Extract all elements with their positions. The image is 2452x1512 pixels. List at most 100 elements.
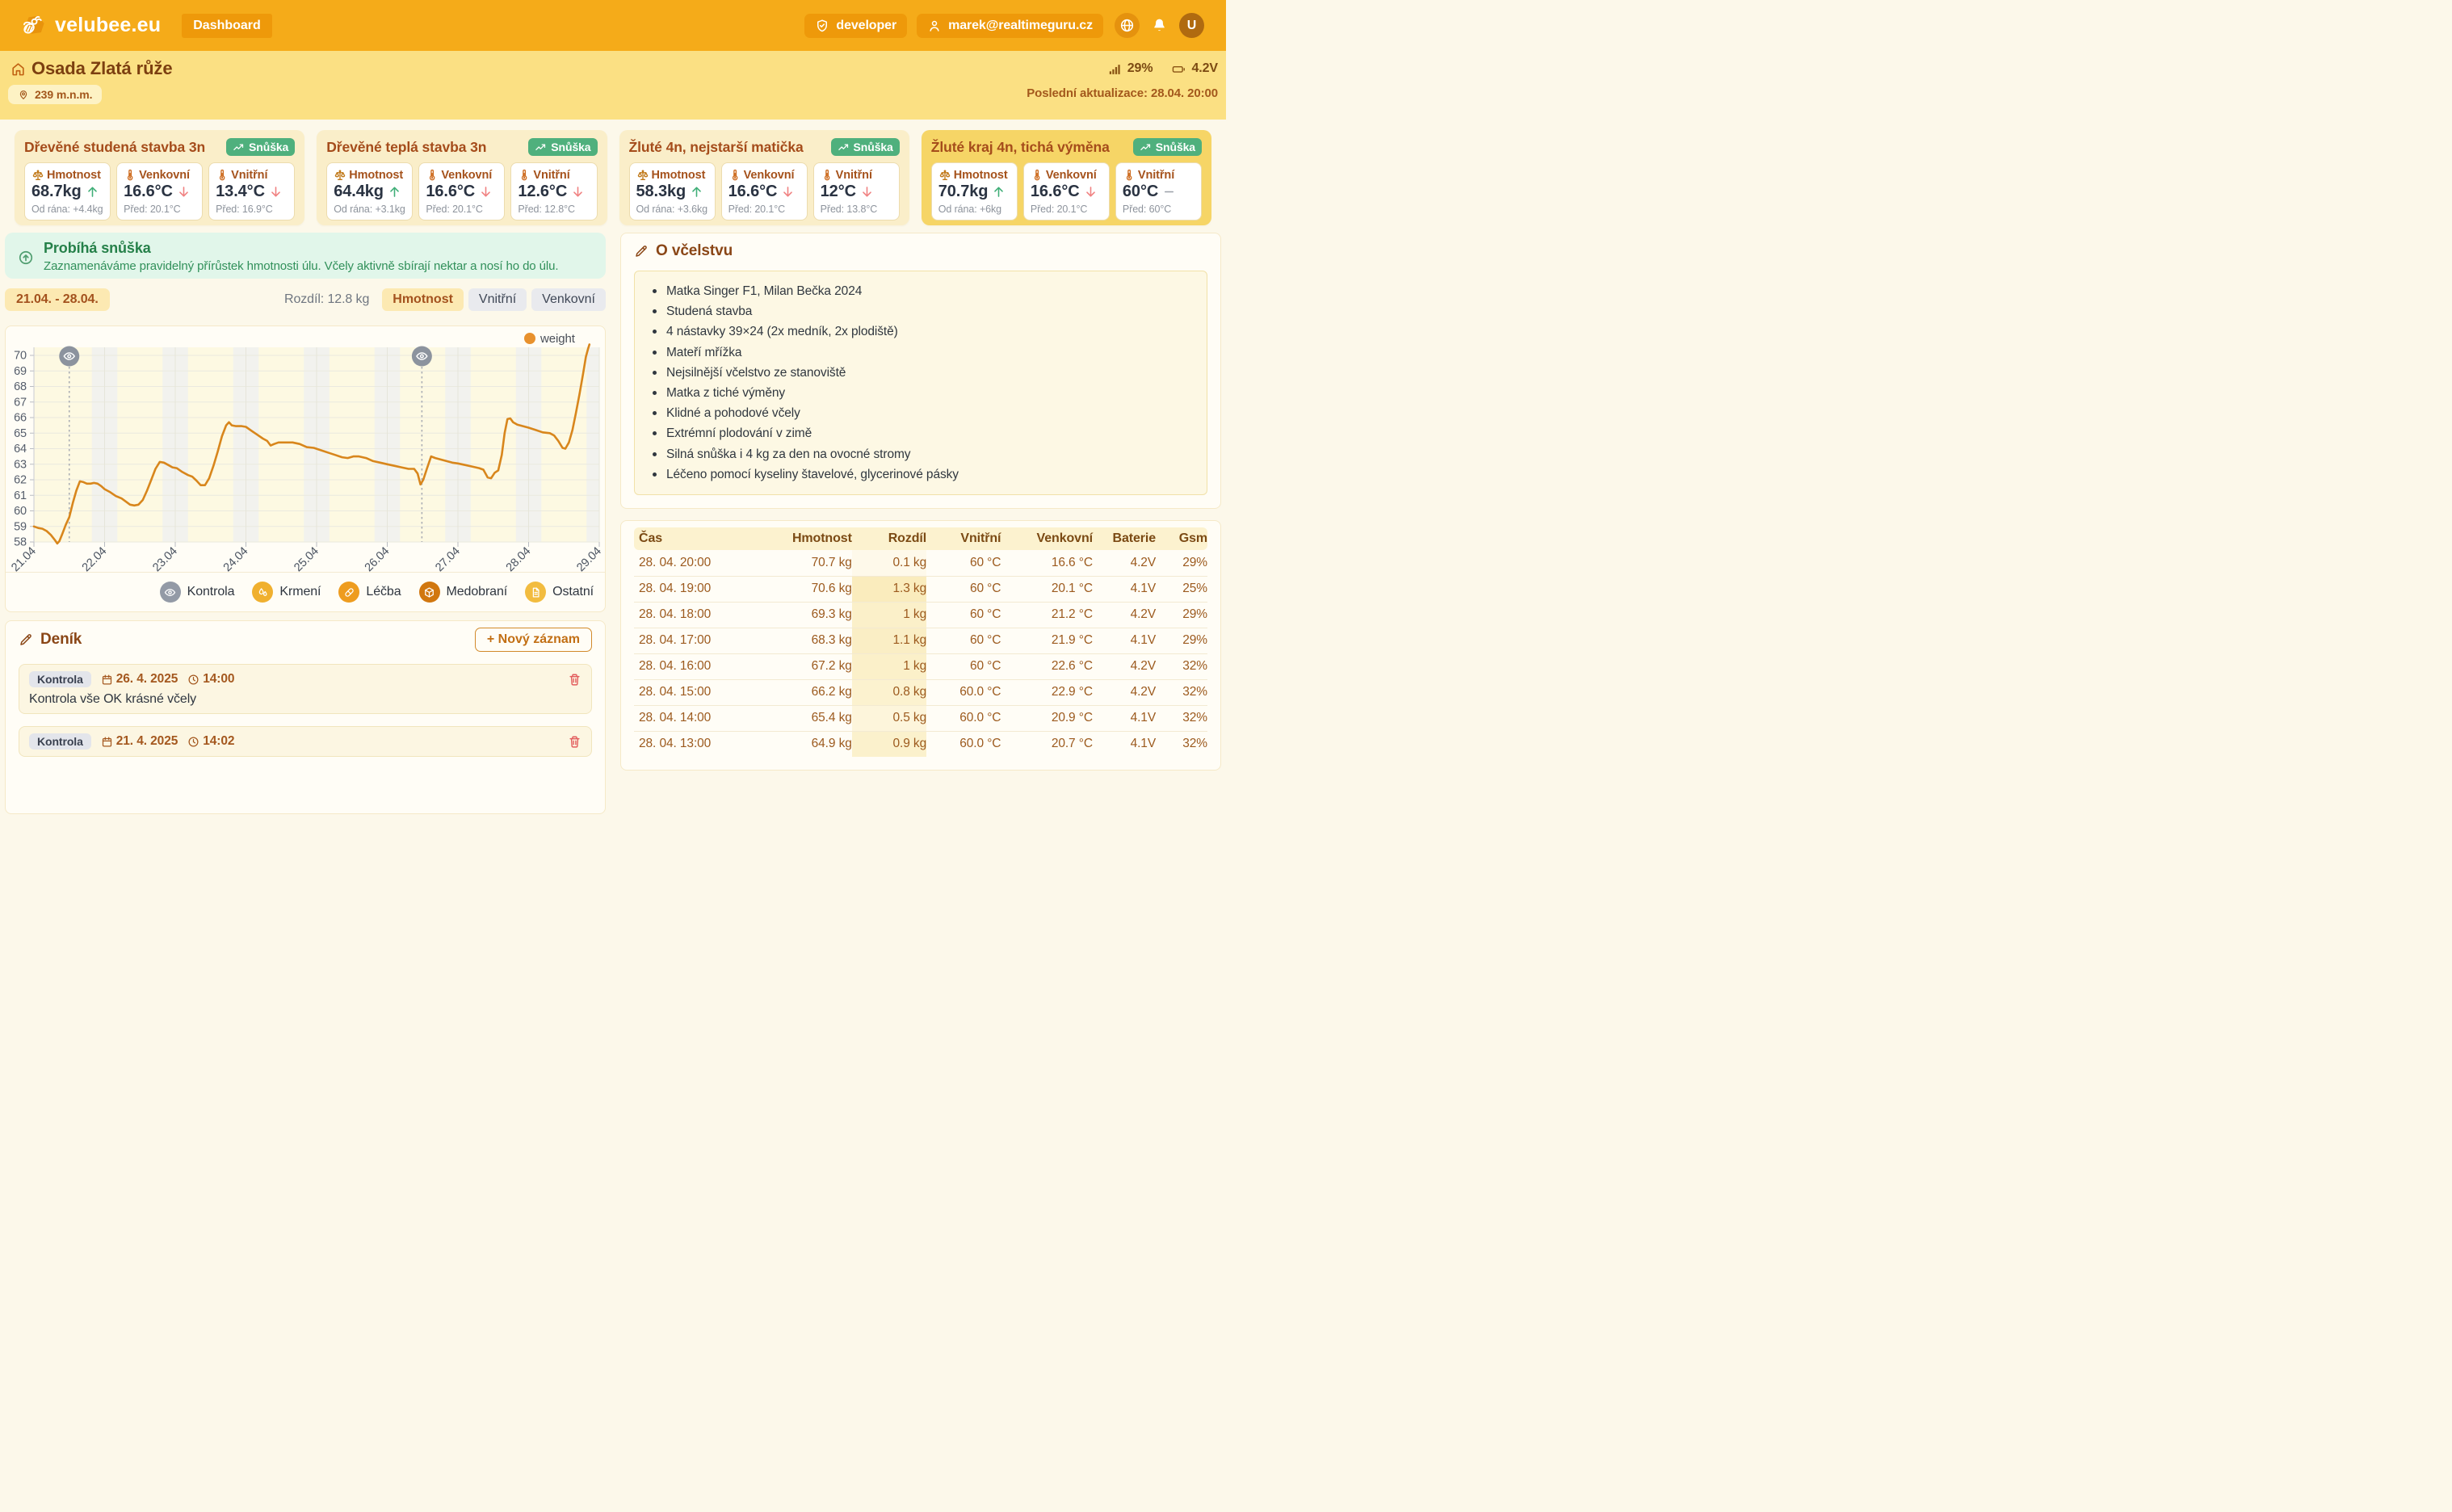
table-cell: 29%: [1156, 550, 1207, 576]
journal-card: Deník + Nový záznam Kontrola26. 4. 20251…: [5, 620, 606, 814]
about-item: Léčeno pomocí kyseliny štavelové, glycer…: [646, 464, 1195, 485]
metric-sub: Od rána: +3.6kg: [636, 204, 709, 215]
trend-down-icon: [268, 184, 283, 200]
hive-title: Dřevěné studená stavba 3n: [24, 139, 205, 156]
snuska-badge-label: Snůška: [551, 141, 590, 153]
svg-text:weight: weight: [540, 332, 576, 346]
event-legend: Kontrola Krmení Léčba Medobraní Ostatní: [6, 572, 605, 611]
tab-hmotnost[interactable]: Hmotnost: [382, 288, 464, 311]
table-cell: 25%: [1156, 576, 1207, 602]
brand-name[interactable]: velubee.eu: [55, 14, 161, 37]
svg-text:28.04: 28.04: [504, 544, 534, 572]
metric-value: 12°C: [821, 183, 856, 201]
avatar[interactable]: U: [1179, 13, 1204, 38]
table-cell: 28. 04. 17:00: [634, 628, 778, 653]
table-head: ČasHmotnostRozdílVnitřníVenkovníBaterieG…: [634, 527, 1207, 550]
svg-text:62: 62: [14, 474, 27, 487]
tab-vnitřní[interactable]: Vnitřní: [468, 288, 527, 311]
language-button[interactable]: [1115, 13, 1140, 38]
table-cell: 60 °C: [926, 653, 1001, 679]
date-range-badge[interactable]: 21.04. - 28.04.: [5, 288, 110, 311]
shield-check-icon: [815, 19, 829, 33]
table-cell: 22.9 °C: [1001, 679, 1093, 705]
site-title: Osada Zlatá růže: [31, 58, 172, 79]
chart-legend[interactable]: weight: [524, 332, 576, 346]
hive-card-3[interactable]: Žluté 4n, nejstarší matičkaSnůškaHmotnos…: [619, 130, 909, 225]
metric-value-row: 13.4°C: [216, 183, 288, 201]
thermometer-icon: [124, 169, 136, 182]
table-cell: 28. 04. 18:00: [634, 602, 778, 628]
delete-entry-button[interactable]: [568, 735, 582, 749]
metric-label: Venkovní: [441, 169, 492, 182]
event-legend-cube[interactable]: Medobraní: [419, 582, 508, 603]
table-cell: 20.9 °C: [1001, 705, 1093, 731]
table-cell: 66.2 kg: [778, 679, 852, 705]
chart-marker-eye[interactable]: [412, 346, 432, 367]
tab-venkovní[interactable]: Venkovní: [531, 288, 606, 311]
document-icon: [525, 582, 546, 603]
journal-entry: Kontrola21. 4. 202514:02: [19, 726, 592, 757]
hive-card-header: Dřevěné studená stavba 3nSnůška: [24, 138, 295, 156]
thermometer-icon: [821, 169, 833, 182]
role-badge[interactable]: developer: [804, 14, 907, 38]
thermometer-icon: [518, 169, 531, 182]
event-legend-pill[interactable]: Léčba: [338, 582, 401, 603]
metric-value: 60°C: [1123, 183, 1158, 201]
svg-text:67: 67: [14, 396, 27, 409]
event-legend-document[interactable]: Ostatní: [525, 582, 594, 603]
circle-arrow-up-icon: [18, 242, 34, 273]
metric-label-row: Venkovní: [124, 169, 196, 182]
trending-up-icon: [838, 141, 850, 153]
metric-vnitn: Vnitřní12.6°CPřed: 12.8°C: [510, 162, 597, 220]
metric-value: 12.6°C: [518, 183, 567, 201]
about-box: Matka Singer F1, Milan Bečka 2024Studená…: [634, 271, 1207, 495]
table-header-row: ČasHmotnostRozdílVnitřníVenkovníBaterieG…: [634, 527, 1207, 550]
table-cell: 29%: [1156, 602, 1207, 628]
chart-marker-eye[interactable]: [59, 346, 79, 367]
metric-label-row: Hmotnost: [636, 169, 709, 182]
site-header-row2: 239 m.n.m. Poslední aktualizace: 28.04. …: [8, 85, 1218, 104]
table-cell: 4.1V: [1093, 628, 1156, 653]
event-legend-eye[interactable]: Kontrola: [160, 582, 235, 603]
metric-hmotnost: Hmotnost70.7kgOd rána: +6kg: [931, 162, 1018, 220]
metric-venkovn: Venkovní16.6°C Před: 20.1°C: [418, 162, 505, 220]
user-email-badge[interactable]: marek@realtimeguru.cz: [917, 14, 1103, 38]
metric-sub: Od rána: +6kg: [938, 204, 1011, 215]
metric-value: 64.4kg: [334, 183, 384, 201]
metric-label-row: Hmotnost: [31, 169, 104, 182]
entry-header: Kontrola26. 4. 202514:00: [29, 671, 582, 687]
svg-text:64: 64: [14, 443, 27, 456]
svg-text:68: 68: [14, 380, 27, 393]
hive-card-2[interactable]: Dřevěné teplá stavba 3nSnůškaHmotnost64.…: [317, 130, 607, 225]
metric-sub: Před: 20.1°C: [426, 204, 498, 215]
svg-text:26.04: 26.04: [363, 544, 393, 572]
scale-icon: [334, 169, 346, 182]
hive-card-4-selected[interactable]: Žluté kraj 4n, tichá výměnaSnůškaHmotnos…: [922, 130, 1211, 225]
table-cell: 0.8 kg: [852, 679, 926, 705]
svg-text:63: 63: [14, 458, 27, 471]
hive-metrics: Hmotnost68.7kgOd rána: +4.4kgVenkovní16.…: [24, 162, 295, 220]
home-icon: [10, 61, 26, 77]
metric-sub: Před: 12.8°C: [518, 204, 590, 215]
entry-time: 14:02: [187, 734, 234, 749]
svg-text:29.04: 29.04: [574, 544, 604, 572]
trend-up-icon: [85, 184, 100, 200]
page: velubee.eu Dashboard developer marek@rea…: [0, 0, 1226, 814]
metric-value-row: 70.7kg: [938, 183, 1011, 201]
hive-card-1[interactable]: Dřevěné studená stavba 3nSnůška Hmotnost6…: [15, 130, 304, 225]
table-body: 28. 04. 20:0070.7 kg0.1 kg60 °C16.6 °C4.…: [634, 550, 1207, 757]
about-title: O včelstvu: [656, 242, 733, 260]
new-entry-button[interactable]: + Nový záznam: [475, 628, 592, 652]
table-row: 28. 04. 18:0069.3 kg1 kg60 °C21.2 °C4.2V…: [634, 602, 1207, 628]
svg-text:22.04: 22.04: [80, 544, 110, 572]
metric-label: Venkovní: [1046, 169, 1097, 182]
notifications-button[interactable]: [1151, 17, 1168, 34]
event-legend-label: Ostatní: [552, 585, 594, 599]
delete-entry-button[interactable]: [568, 673, 582, 687]
metric-value-row: 16.6°C: [426, 183, 498, 201]
metric-label: Hmotnost: [47, 169, 101, 182]
event-legend-droplets[interactable]: Krmení: [252, 582, 321, 603]
event-legend-label: Medobraní: [447, 585, 508, 599]
table-cell: 70.7 kg: [778, 550, 852, 576]
nav-dashboard[interactable]: Dashboard: [182, 14, 272, 38]
